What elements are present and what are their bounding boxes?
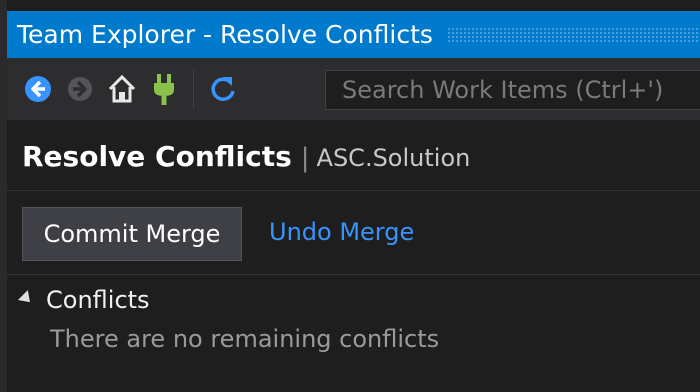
window-title: Team Explorer - Resolve Conflicts xyxy=(17,20,433,49)
collapse-arrow-icon[interactable] xyxy=(17,290,35,308)
connect-icon xyxy=(154,74,174,105)
window-titlebar[interactable]: Team Explorer - Resolve Conflicts xyxy=(7,11,700,58)
heading-separator: | xyxy=(300,143,310,173)
refresh-icon xyxy=(211,77,235,101)
forward-icon xyxy=(68,77,92,101)
back-icon xyxy=(25,76,51,102)
connect-button[interactable] xyxy=(147,69,181,109)
undo-merge-link[interactable]: Undo Merge xyxy=(269,218,414,246)
page-title: Resolve Conflicts xyxy=(22,140,292,173)
titlebar-grip[interactable] xyxy=(446,26,700,43)
heading-divider xyxy=(7,190,700,191)
search-input[interactable] xyxy=(340,75,700,105)
home-icon xyxy=(108,74,136,103)
toolbar-separator xyxy=(193,69,194,109)
back-button[interactable] xyxy=(21,69,55,109)
panel-edge xyxy=(0,0,7,392)
actions-divider xyxy=(7,274,700,275)
commit-merge-button[interactable]: Commit Merge xyxy=(22,207,242,261)
toolbar xyxy=(7,58,700,120)
page-heading: Resolve Conflicts | ASC.Solution xyxy=(22,140,470,173)
conflicts-label: Conflicts xyxy=(46,286,150,314)
solution-name[interactable]: ASC.Solution xyxy=(317,144,471,172)
no-conflicts-message: There are no remaining conflicts xyxy=(50,325,440,353)
refresh-button[interactable] xyxy=(206,69,240,109)
team-explorer-panel: Team Explorer - Resolve Conflicts Search… xyxy=(0,0,700,392)
search-box[interactable] xyxy=(325,70,700,110)
conflicts-section-header[interactable]: Conflicts xyxy=(17,286,150,314)
home-button[interactable] xyxy=(105,69,139,109)
forward-button[interactable] xyxy=(63,69,97,109)
